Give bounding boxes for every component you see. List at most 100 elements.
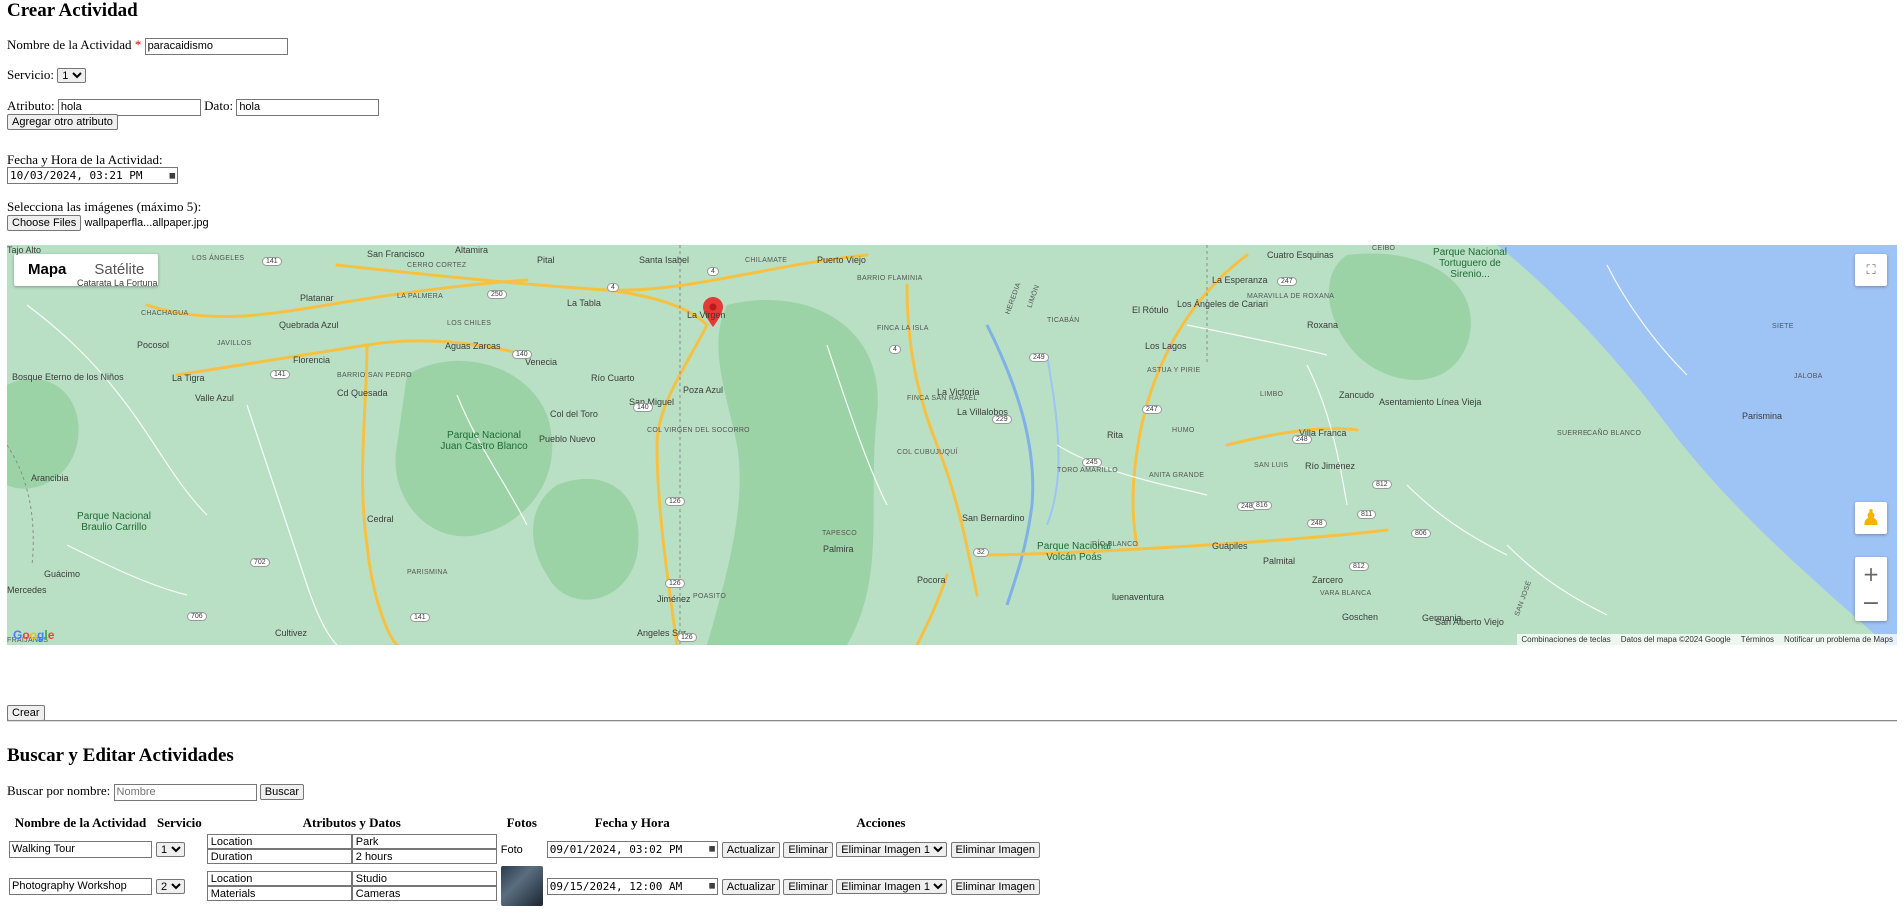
add-attribute-button[interactable]: Agregar otro atributo — [7, 114, 118, 130]
map-place-label: Pueblo Nuevo — [539, 434, 596, 444]
attr-value[interactable]: 2 hours — [351, 849, 497, 864]
calendar-icon[interactable]: ▦ — [709, 881, 714, 891]
datetime-input[interactable]: 10/03/2024, 03:21 PM ▦ — [7, 167, 178, 184]
map-place-label: SUERRE — [1557, 430, 1588, 437]
terms-link[interactable]: Términos — [1741, 635, 1774, 644]
attr-key[interactable]: Duration — [206, 849, 352, 864]
delete-button[interactable]: Eliminar — [783, 841, 834, 858]
map-place-label: Río Jiménez — [1305, 461, 1356, 471]
map-place-label: BARRIO FLAMINIA — [857, 275, 923, 282]
table-header-row: Nombre de la Actividad Servicio Atributo… — [8, 814, 1041, 832]
delete-image-button[interactable]: Eliminar Imagen — [950, 841, 1041, 858]
delete-image-select[interactable]: Eliminar Imagen 1 — [836, 841, 948, 857]
map-place-label: ANITA GRANDE — [1149, 472, 1205, 479]
fullscreen-icon[interactable]: ⛶ — [1855, 254, 1887, 286]
keyboard-shortcuts-link[interactable]: Combinaciones de teclas — [1521, 635, 1610, 644]
update-button[interactable]: Actualizar — [721, 878, 781, 895]
delete-image-button[interactable]: Eliminar Imagen — [950, 878, 1041, 895]
datetime-label: Fecha y Hora de la Actividad: — [7, 152, 163, 167]
map-place-label: Cultivez — [275, 628, 308, 638]
search-input[interactable] — [113, 783, 257, 801]
map-place-label: Rita — [1107, 430, 1124, 440]
row-datetime-input[interactable]: 09/15/2024, 12:00 AM ▦ — [546, 877, 718, 895]
map-place-label: Río Cuarto — [591, 373, 635, 383]
page-title: Crear Actividad — [7, 0, 138, 21]
attr-value[interactable]: Cameras — [351, 886, 497, 901]
activity-name-input[interactable] — [144, 37, 288, 55]
zoom-in-icon[interactable]: + — [1863, 559, 1880, 589]
map-place-label: JALOBA — [1794, 373, 1823, 380]
attr-key[interactable]: Location — [206, 871, 352, 886]
choose-files-button[interactable]: Choose Files — [7, 215, 82, 231]
map-place-label: Puerto Viejo — [817, 255, 866, 265]
attr-value[interactable]: Park — [351, 834, 497, 849]
map-place-label: Jiménez — [657, 594, 691, 604]
map-view[interactable]: Mapa Satélite ⛶ ♟ + − San Francisco Altam… — [7, 245, 1897, 645]
row-name-input[interactable] — [9, 877, 152, 895]
activity-name-label: Nombre de la Actividad — [7, 37, 132, 52]
delete-image-select[interactable]: Eliminar Imagen 1 — [836, 878, 948, 894]
row-service-select[interactable]: 1 — [156, 842, 185, 857]
row-attributes: Location Park Duration 2 hours — [206, 834, 497, 864]
map-place-label: Platanar — [300, 293, 334, 303]
map-place-label: Palmira — [823, 544, 854, 554]
road-number-badge: 4 — [889, 345, 901, 354]
map-place-label: Parque Nacional Juan Castro Blanco — [440, 430, 528, 452]
road-number-badge: 141 — [270, 370, 290, 379]
tab-map[interactable]: Mapa — [14, 254, 80, 286]
update-button[interactable]: Actualizar — [721, 841, 781, 858]
report-problem-link[interactable]: Notificar un problema de Maps — [1784, 635, 1893, 644]
calendar-icon[interactable]: ▦ — [170, 171, 175, 181]
map-place-label: Aguas Zarcas — [445, 341, 501, 351]
map-place-label: Cd Quesada — [337, 388, 388, 398]
road-number-badge: 250 — [487, 290, 507, 299]
map-place-label: Cuatro Esquinas — [1267, 250, 1334, 260]
service-row: Servicio: 1 — [7, 67, 87, 83]
attr-key[interactable]: Location — [206, 834, 352, 849]
map-place-label: CAÑO BLANCO — [1587, 430, 1642, 437]
images-label: Selecciona las imágenes (máximo 5): — [7, 199, 202, 214]
calendar-icon[interactable]: ▦ — [709, 844, 714, 854]
row-name-input[interactable] — [9, 840, 152, 858]
map-place-label: CERRO CORTEZ — [407, 262, 467, 269]
row-service-select[interactable]: 2 — [156, 879, 185, 894]
map-place-label: Bosque Eterno de los Niños — [12, 372, 124, 382]
row-attributes: Location Studio Materials Cameras — [206, 871, 497, 901]
road-number-badge: 245 — [1082, 458, 1102, 467]
activities-table: Nombre de la Actividad Servicio Atributo… — [6, 812, 1043, 908]
delete-button[interactable]: Eliminar — [783, 878, 834, 895]
road-number-badge: 812 — [1372, 480, 1392, 489]
attr-value[interactable]: Studio — [351, 871, 497, 886]
activity-photo — [500, 866, 543, 906]
attribute-row: Atributo: Dato: — [7, 98, 380, 116]
map-place-label: PARISMINA — [407, 569, 448, 576]
road-number-badge: 247 — [1277, 277, 1297, 286]
map-place-label: TAPESCO — [822, 530, 858, 537]
search-label: Buscar por nombre: — [7, 783, 111, 798]
col-photos: Fotos — [506, 815, 537, 830]
map-place-label: RÍO BLANCO — [1092, 541, 1139, 548]
map-place-label: luenaventura — [1112, 592, 1165, 602]
map-place-label: Florencia — [293, 355, 331, 365]
create-button[interactable]: Crear — [7, 705, 45, 721]
map-place-label: San Francisco — [367, 249, 425, 259]
zoom-out-icon[interactable]: − — [1862, 589, 1880, 619]
map-place-label: VARA BLANCA — [1320, 590, 1372, 597]
pegman-icon[interactable]: ♟ — [1855, 502, 1887, 534]
map-place-label: FINCA LA ISLA — [877, 325, 929, 332]
data-input[interactable] — [236, 98, 380, 116]
google-logo[interactable]: Google — [13, 628, 54, 642]
map-place-label: Roxana — [1307, 320, 1339, 330]
map-place-label: Parque Nacional Braulio Carrillo — [77, 511, 151, 533]
road-number-badge: 248 — [1307, 519, 1327, 528]
map-place-label: Los Lagos — [1145, 341, 1187, 351]
attribute-input[interactable] — [57, 98, 201, 116]
search-row: Buscar por nombre: Buscar — [7, 783, 305, 801]
row-datetime-input[interactable]: 09/01/2024, 03:02 PM ▦ — [546, 840, 718, 858]
attr-key[interactable]: Materials — [206, 886, 352, 901]
map-place-label: COL VIRGEN DEL SOCORRO — [647, 427, 750, 434]
search-button[interactable]: Buscar — [259, 784, 305, 800]
map-place-label: Cedral — [367, 514, 394, 524]
service-select[interactable]: 1 — [57, 68, 87, 83]
map-place-label: LA PALMERA — [397, 293, 444, 300]
